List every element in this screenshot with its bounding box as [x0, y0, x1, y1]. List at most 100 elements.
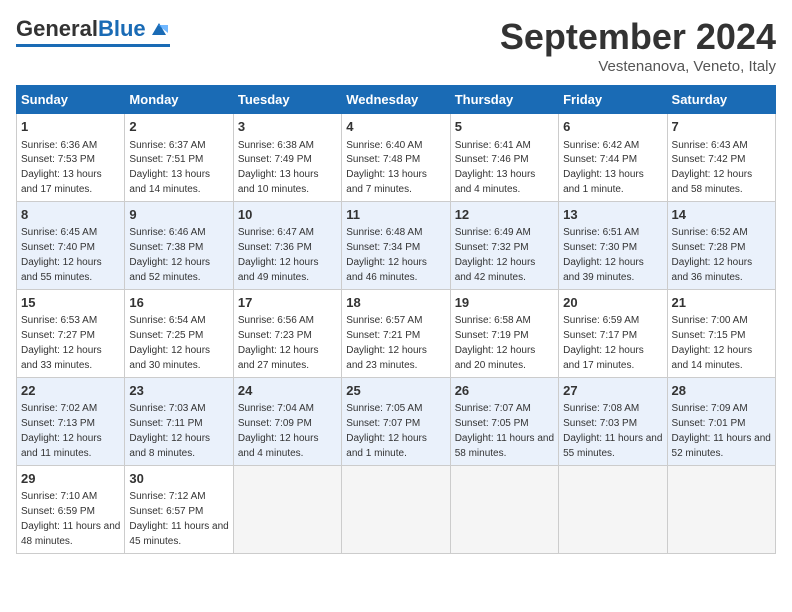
sunset-text: Sunset: 7:32 PM: [455, 242, 529, 253]
calendar-week-row: 29Sunrise: 7:10 AMSunset: 6:59 PMDayligh…: [17, 465, 776, 553]
sunrise-text: Sunrise: 6:43 AM: [672, 140, 748, 151]
sunset-text: Sunset: 7:48 PM: [346, 154, 420, 165]
daylight-text: Daylight: 11 hours and 55 minutes.: [563, 433, 662, 459]
month-title: September 2024: [500, 16, 776, 58]
day-number: 24: [238, 382, 337, 400]
daylight-text: Daylight: 12 hours and 52 minutes.: [129, 257, 210, 283]
sunset-text: Sunset: 7:01 PM: [672, 418, 746, 429]
sunset-text: Sunset: 6:59 PM: [21, 506, 95, 517]
calendar-week-row: 15Sunrise: 6:53 AMSunset: 7:27 PMDayligh…: [17, 289, 776, 377]
calendar-cell: 26Sunrise: 7:07 AMSunset: 7:05 PMDayligh…: [450, 377, 558, 465]
daylight-text: Daylight: 12 hours and 58 minutes.: [672, 169, 753, 195]
sunset-text: Sunset: 7:53 PM: [21, 154, 95, 165]
sunrise-text: Sunrise: 6:36 AM: [21, 140, 97, 151]
header-day-tuesday: Tuesday: [233, 86, 341, 114]
day-number: 15: [21, 294, 120, 312]
calendar-cell: 14Sunrise: 6:52 AMSunset: 7:28 PMDayligh…: [667, 201, 775, 289]
day-number: 10: [238, 206, 337, 224]
day-number: 11: [346, 206, 445, 224]
logo-text: General: [16, 16, 98, 42]
daylight-text: Daylight: 12 hours and 46 minutes.: [346, 257, 427, 283]
sunrise-text: Sunrise: 7:00 AM: [672, 315, 748, 326]
sunrise-text: Sunrise: 6:42 AM: [563, 140, 639, 151]
calendar-cell: 19Sunrise: 6:58 AMSunset: 7:19 PMDayligh…: [450, 289, 558, 377]
sunset-text: Sunset: 7:25 PM: [129, 330, 203, 341]
sunset-text: Sunset: 7:09 PM: [238, 418, 312, 429]
calendar-table: SundayMondayTuesdayWednesdayThursdayFrid…: [16, 85, 776, 554]
daylight-text: Daylight: 12 hours and 55 minutes.: [21, 257, 102, 283]
day-number: 2: [129, 118, 228, 136]
sunset-text: Sunset: 7:15 PM: [672, 330, 746, 341]
daylight-text: Daylight: 12 hours and 27 minutes.: [238, 345, 319, 371]
calendar-cell: 23Sunrise: 7:03 AMSunset: 7:11 PMDayligh…: [125, 377, 233, 465]
sunset-text: Sunset: 7:40 PM: [21, 242, 95, 253]
daylight-text: Daylight: 13 hours and 4 minutes.: [455, 169, 536, 195]
header-day-wednesday: Wednesday: [342, 86, 450, 114]
calendar-week-row: 22Sunrise: 7:02 AMSunset: 7:13 PMDayligh…: [17, 377, 776, 465]
day-number: 9: [129, 206, 228, 224]
daylight-text: Daylight: 13 hours and 14 minutes.: [129, 169, 210, 195]
calendar-cell: [342, 465, 450, 553]
calendar-cell: 28Sunrise: 7:09 AMSunset: 7:01 PMDayligh…: [667, 377, 775, 465]
sunset-text: Sunset: 7:44 PM: [563, 154, 637, 165]
sunrise-text: Sunrise: 7:05 AM: [346, 403, 422, 414]
sunrise-text: Sunrise: 6:48 AM: [346, 227, 422, 238]
sunset-text: Sunset: 7:11 PM: [129, 418, 202, 429]
sunrise-text: Sunrise: 6:59 AM: [563, 315, 639, 326]
calendar-cell: 12Sunrise: 6:49 AMSunset: 7:32 PMDayligh…: [450, 201, 558, 289]
daylight-text: Daylight: 12 hours and 20 minutes.: [455, 345, 536, 371]
daylight-text: Daylight: 12 hours and 30 minutes.: [129, 345, 210, 371]
sunrise-text: Sunrise: 7:12 AM: [129, 491, 205, 502]
sunset-text: Sunset: 7:03 PM: [563, 418, 637, 429]
calendar-cell: 18Sunrise: 6:57 AMSunset: 7:21 PMDayligh…: [342, 289, 450, 377]
day-number: 7: [672, 118, 771, 136]
sunset-text: Sunset: 7:42 PM: [672, 154, 746, 165]
sunrise-text: Sunrise: 7:02 AM: [21, 403, 97, 414]
location-subtitle: Vestenanova, Veneto, Italy: [500, 58, 776, 75]
sunrise-text: Sunrise: 6:56 AM: [238, 315, 314, 326]
day-number: 14: [672, 206, 771, 224]
day-number: 30: [129, 470, 228, 488]
sunrise-text: Sunrise: 6:37 AM: [129, 140, 205, 151]
day-number: 4: [346, 118, 445, 136]
day-number: 6: [563, 118, 662, 136]
sunrise-text: Sunrise: 6:41 AM: [455, 140, 531, 151]
daylight-text: Daylight: 12 hours and 1 minute.: [346, 433, 427, 459]
daylight-text: Daylight: 13 hours and 10 minutes.: [238, 169, 319, 195]
day-number: 21: [672, 294, 771, 312]
calendar-cell: 11Sunrise: 6:48 AMSunset: 7:34 PMDayligh…: [342, 201, 450, 289]
daylight-text: Daylight: 12 hours and 14 minutes.: [672, 345, 753, 371]
day-number: 25: [346, 382, 445, 400]
header-day-sunday: Sunday: [17, 86, 125, 114]
sunrise-text: Sunrise: 6:45 AM: [21, 227, 97, 238]
calendar-cell: 22Sunrise: 7:02 AMSunset: 7:13 PMDayligh…: [17, 377, 125, 465]
daylight-text: Daylight: 12 hours and 39 minutes.: [563, 257, 644, 283]
daylight-text: Daylight: 11 hours and 45 minutes.: [129, 521, 228, 547]
day-number: 16: [129, 294, 228, 312]
sunrise-text: Sunrise: 6:57 AM: [346, 315, 422, 326]
day-number: 17: [238, 294, 337, 312]
calendar-cell: 4Sunrise: 6:40 AMSunset: 7:48 PMDaylight…: [342, 114, 450, 202]
calendar-cell: 17Sunrise: 6:56 AMSunset: 7:23 PMDayligh…: [233, 289, 341, 377]
header-day-thursday: Thursday: [450, 86, 558, 114]
calendar-cell: 29Sunrise: 7:10 AMSunset: 6:59 PMDayligh…: [17, 465, 125, 553]
calendar-cell: 1Sunrise: 6:36 AMSunset: 7:53 PMDaylight…: [17, 114, 125, 202]
calendar-cell: 3Sunrise: 6:38 AMSunset: 7:49 PMDaylight…: [233, 114, 341, 202]
sunset-text: Sunset: 7:36 PM: [238, 242, 312, 253]
logo-icon: [148, 17, 170, 39]
daylight-text: Daylight: 12 hours and 8 minutes.: [129, 433, 210, 459]
sunrise-text: Sunrise: 7:07 AM: [455, 403, 531, 414]
sunset-text: Sunset: 7:28 PM: [672, 242, 746, 253]
daylight-text: Daylight: 12 hours and 42 minutes.: [455, 257, 536, 283]
daylight-text: Daylight: 12 hours and 49 minutes.: [238, 257, 319, 283]
sunset-text: Sunset: 6:57 PM: [129, 506, 203, 517]
calendar-cell: 24Sunrise: 7:04 AMSunset: 7:09 PMDayligh…: [233, 377, 341, 465]
day-number: 26: [455, 382, 554, 400]
calendar-cell: 20Sunrise: 6:59 AMSunset: 7:17 PMDayligh…: [559, 289, 667, 377]
sunset-text: Sunset: 7:30 PM: [563, 242, 637, 253]
sunrise-text: Sunrise: 7:10 AM: [21, 491, 97, 502]
calendar-cell: 6Sunrise: 6:42 AMSunset: 7:44 PMDaylight…: [559, 114, 667, 202]
day-number: 22: [21, 382, 120, 400]
calendar-week-row: 1Sunrise: 6:36 AMSunset: 7:53 PMDaylight…: [17, 114, 776, 202]
daylight-text: Daylight: 11 hours and 58 minutes.: [455, 433, 554, 459]
